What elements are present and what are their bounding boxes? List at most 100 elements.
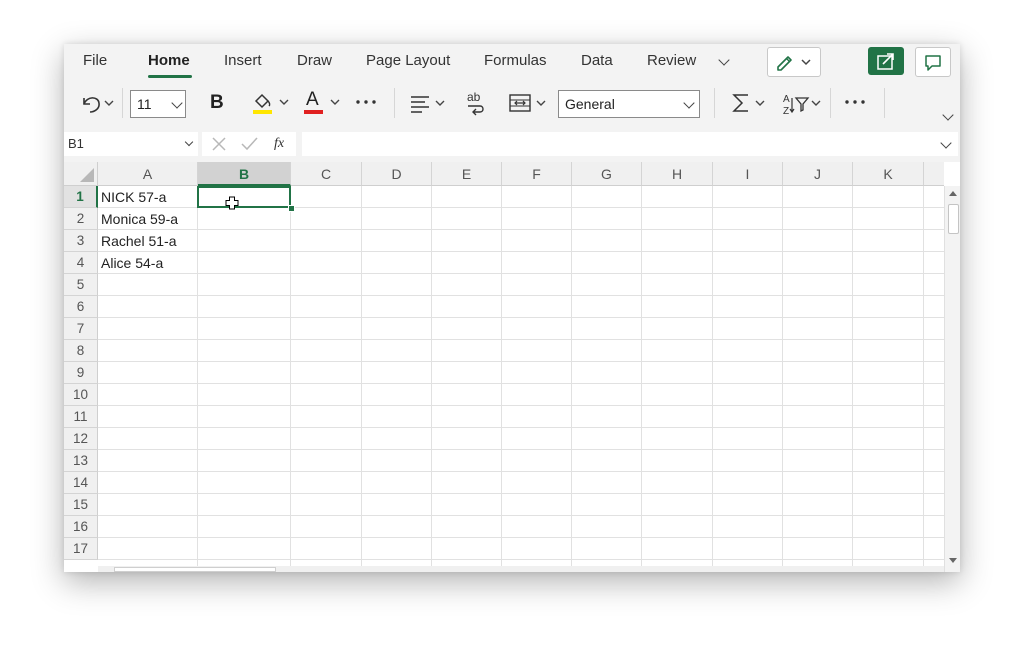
font-color-button[interactable]: A xyxy=(302,88,346,123)
more-options-button[interactable] xyxy=(354,92,380,117)
undo-button[interactable] xyxy=(78,90,118,121)
cell-a2[interactable]: Monica 59-a xyxy=(101,211,178,227)
formula-input[interactable] xyxy=(302,132,958,156)
cell-a4[interactable]: Alice 54-a xyxy=(101,255,163,271)
tab-data[interactable]: Data xyxy=(581,52,613,69)
vertical-scroll-thumb[interactable] xyxy=(948,204,959,234)
align-button[interactable] xyxy=(408,90,452,121)
selected-cell-b1[interactable] xyxy=(197,186,291,208)
column-header-c[interactable]: C xyxy=(291,162,362,186)
bold-button[interactable]: B xyxy=(210,92,224,114)
tab-formulas[interactable]: Formulas xyxy=(484,52,547,69)
sort-filter-icon: A Z xyxy=(783,94,821,117)
merge-icon xyxy=(509,94,546,112)
merge-cells-button[interactable] xyxy=(508,90,554,121)
row-header-15[interactable]: 15 xyxy=(64,494,98,516)
column-header-f[interactable]: F xyxy=(502,162,572,186)
name-box[interactable]: B1 xyxy=(64,132,198,156)
row-header-8[interactable]: 8 xyxy=(64,340,98,362)
toolbar-separator xyxy=(714,88,715,118)
fill-handle[interactable] xyxy=(288,205,295,212)
row-header-3[interactable]: 3 xyxy=(64,230,98,252)
cancel-check-icons xyxy=(212,137,258,151)
expand-formula-bar-icon[interactable] xyxy=(940,137,952,149)
row-header-9[interactable]: 9 xyxy=(64,362,98,384)
tab-insert[interactable]: Insert xyxy=(224,52,262,69)
svg-text:ab: ab xyxy=(467,90,481,104)
sum-icon xyxy=(732,94,765,112)
active-tab-indicator xyxy=(148,75,192,78)
grid-line xyxy=(98,229,944,230)
grid-line xyxy=(98,383,944,384)
column-header-g[interactable]: G xyxy=(572,162,642,186)
scroll-down-icon[interactable] xyxy=(949,558,957,563)
check-icon xyxy=(241,137,258,151)
column-header-j[interactable]: J xyxy=(783,162,853,186)
sort-filter-button[interactable]: A Z xyxy=(780,90,826,123)
row-header-4[interactable]: 4 xyxy=(64,252,98,274)
wrap-text-button[interactable]: ab xyxy=(464,88,490,121)
cell-a1[interactable]: NICK 57-a xyxy=(101,189,166,205)
tab-draw[interactable]: Draw xyxy=(297,52,332,69)
column-header-i[interactable]: I xyxy=(713,162,783,186)
tab-page-layout[interactable]: Page Layout xyxy=(366,52,450,69)
row-header-2[interactable]: 2 xyxy=(64,208,98,230)
horizontal-scrollbar[interactable] xyxy=(98,566,944,572)
row-header-7[interactable]: 7 xyxy=(64,318,98,340)
column-header-d[interactable]: D xyxy=(362,162,432,186)
excel-window: File Home Insert Draw Page Layout Formul… xyxy=(64,44,960,572)
row-header-6[interactable]: 6 xyxy=(64,296,98,318)
column-header-a[interactable]: A xyxy=(98,162,198,186)
vertical-scrollbar[interactable] xyxy=(944,186,960,572)
comments-button[interactable] xyxy=(915,47,951,77)
horizontal-scroll-thumb[interactable] xyxy=(114,567,276,572)
grid-line xyxy=(98,449,944,450)
column-header-overflow xyxy=(924,162,944,186)
editing-mode-button[interactable] xyxy=(767,47,821,77)
tab-review[interactable]: Review xyxy=(647,52,696,69)
more-options-button-2[interactable] xyxy=(843,92,869,117)
share-button[interactable] xyxy=(868,47,904,75)
column-header-b[interactable]: B xyxy=(198,162,291,186)
column-header-k[interactable]: K xyxy=(853,162,924,186)
grid-line xyxy=(98,515,944,516)
formula-bar: B1 fx xyxy=(64,130,960,158)
column-header-e[interactable]: E xyxy=(432,162,502,186)
cell-a3[interactable]: Rachel 51-a xyxy=(101,233,177,249)
scroll-up-icon[interactable] xyxy=(949,191,957,196)
row-header-14[interactable]: 14 xyxy=(64,472,98,494)
autosum-button[interactable] xyxy=(730,90,772,121)
collapse-ribbon-icon[interactable] xyxy=(942,109,954,121)
row-header-10[interactable]: 10 xyxy=(64,384,98,406)
comment-icon xyxy=(925,55,941,71)
chevron-down-icon xyxy=(683,97,695,109)
tab-home[interactable]: Home xyxy=(148,52,190,69)
row-header-16[interactable]: 16 xyxy=(64,516,98,538)
more-tabs-chevron-icon[interactable] xyxy=(718,54,730,66)
fill-color-button[interactable] xyxy=(248,88,292,123)
row-header-17[interactable]: 17 xyxy=(64,538,98,560)
font-size-value: 11 xyxy=(137,96,152,112)
share-icon xyxy=(877,53,894,70)
column-header-h[interactable]: H xyxy=(642,162,713,186)
fill-color-icon xyxy=(253,93,289,114)
row-header-13[interactable]: 13 xyxy=(64,450,98,472)
row-header-12[interactable]: 12 xyxy=(64,428,98,450)
row-header-11[interactable]: 11 xyxy=(64,406,98,428)
tab-file[interactable]: File xyxy=(83,52,107,69)
formula-actions: fx xyxy=(202,132,296,156)
font-size-select[interactable]: 11 xyxy=(130,90,186,118)
select-all-triangle-icon xyxy=(80,168,94,182)
more-icon xyxy=(845,100,865,104)
svg-text:Z: Z xyxy=(783,106,789,117)
home-toolbar: 11 B A ab General A Z xyxy=(64,80,960,126)
grid-line xyxy=(98,251,944,252)
more-icon xyxy=(356,100,376,104)
row-header-5[interactable]: 5 xyxy=(64,274,98,296)
grid-line xyxy=(98,361,944,362)
insert-function-button[interactable]: fx xyxy=(274,136,284,152)
number-format-select[interactable]: General xyxy=(558,90,700,118)
grid-line xyxy=(98,427,944,428)
select-all-corner[interactable] xyxy=(64,162,98,186)
row-header-1[interactable]: 1 xyxy=(64,186,98,208)
